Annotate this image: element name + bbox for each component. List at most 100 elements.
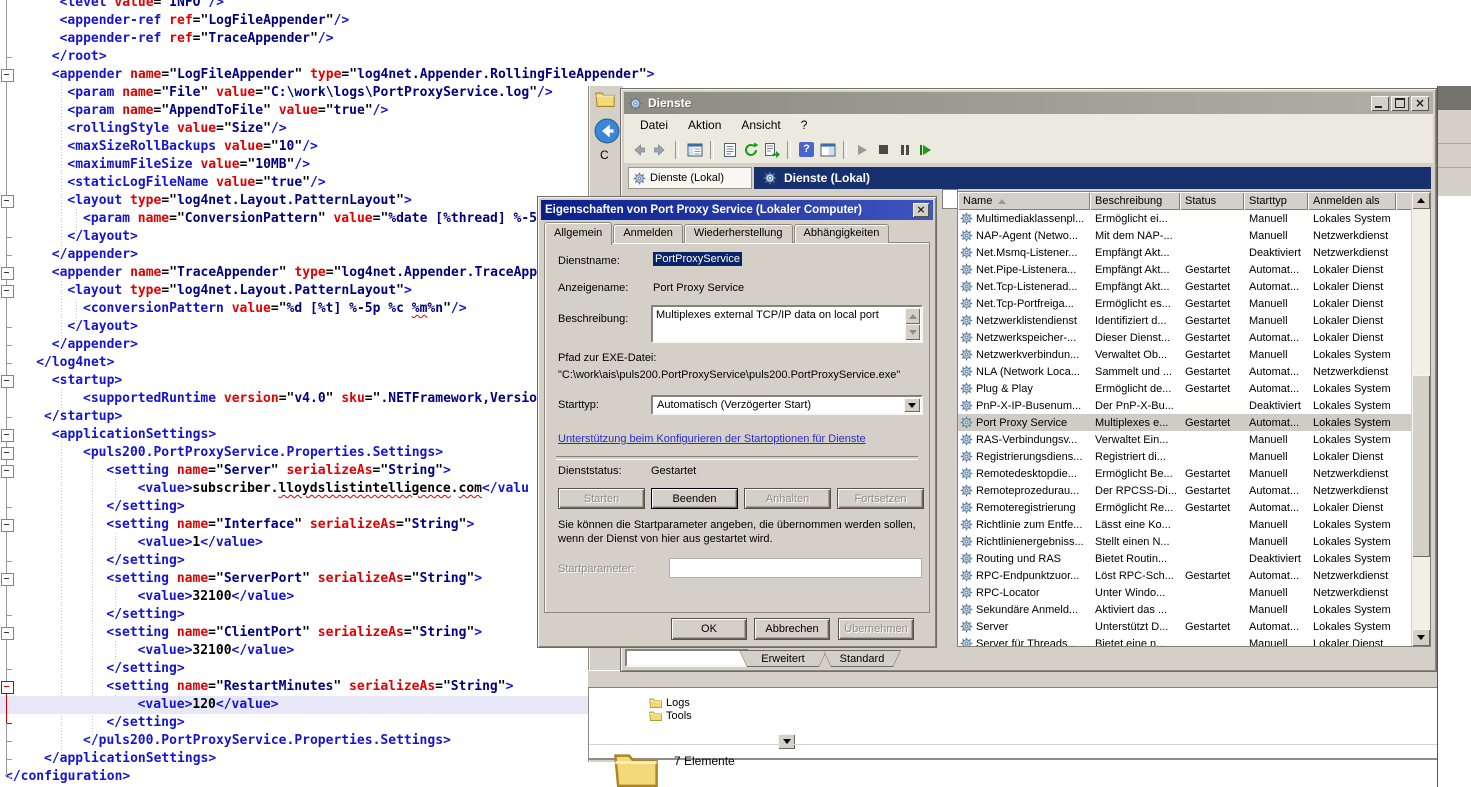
maximize-button[interactable] [1391,96,1409,111]
forward-button[interactable] [651,141,668,158]
dienststatus-value: Gestartet [651,465,696,477]
service-row[interactable]: Net.Msmq-Listener...Empfängt Akt...Deakt… [958,244,1412,261]
column-header-status[interactable]: Status [1180,192,1244,210]
refresh-button[interactable] [742,141,759,158]
service-row[interactable]: RemoteregistrierungErmöglicht Re...Gesta… [958,499,1412,516]
service-row[interactable]: Server für Threads...Bietet eine n...Man… [958,635,1412,646]
tab-abhaengigkeiten[interactable]: Abhängigkeiten [794,224,890,243]
code-line: </root> [0,48,1471,66]
service-row[interactable]: NAP-Agent (Netwo...Mit dem NAP-...Manuel… [958,227,1412,244]
service-cell-name: Richtlinie zum Entfe... [958,518,1090,531]
service-cell-beschreibung: Sammelt und ... [1090,366,1180,378]
service-row[interactable]: RPC-LocatorUnter Windo...ManuellNetzwerk… [958,584,1412,601]
scrollbar[interactable] [1411,192,1430,646]
services-titlebar[interactable]: Dienste × [624,92,1433,114]
startoptions-link[interactable]: Unterstützung beim Konfigurieren der Sta… [558,433,866,445]
menu-hilfe[interactable]: ? [791,114,818,136]
minimize-button[interactable] [1371,96,1389,111]
gear-icon [960,246,973,259]
dienstname-label: Dienstname: [558,255,620,267]
code-line: </configuration> [0,768,1471,786]
fortsetzen-button[interactable]: Fortsetzen [837,488,924,509]
service-row[interactable]: Plug & PlayErmöglicht de...GestartetAuto… [958,380,1412,397]
combo-dropdown-button[interactable] [904,398,920,412]
service-row[interactable]: RPC-Endpunktzuor...Löst RPC-Sch...Gestar… [958,567,1412,584]
folder-label: Tools [666,710,692,722]
tab-standard[interactable]: Standard [823,650,901,667]
folder-icon [649,710,662,721]
starttyp-combobox[interactable]: Automatisch (Verzögerter Start) [651,395,923,415]
folder-list-item[interactable]: Logs [649,696,690,709]
service-cell-anmelden: Lokales System [1308,621,1396,633]
service-cell-beschreibung: Löst RPC-Sch... [1090,570,1180,582]
service-row[interactable]: Netzwerkspeicher-...Dieser Dienst...Gest… [958,329,1412,346]
scroll-down-button[interactable] [905,324,920,340]
service-row[interactable]: Sekundäre Anmeld...Aktiviert das ...Manu… [958,601,1412,618]
console-tree-item[interactable]: Dienste (Lokal) [628,167,752,189]
menu-datei[interactable]: Datei [630,114,678,136]
dropdown-button[interactable] [778,734,795,749]
service-row[interactable]: RAS-Verbindungsv...Verwaltet Ein...Manue… [958,431,1412,448]
service-row[interactable]: NetzwerklistendienstIdentifiziert d...Ge… [958,312,1412,329]
column-header-starttyp[interactable]: Starttyp [1244,192,1308,210]
ok-button[interactable]: OK [671,618,747,640]
service-row[interactable]: Port Proxy ServiceMultiplexes e...Gestar… [958,414,1412,431]
dialog-titlebar[interactable]: Eigenschaften von Port Proxy Service (Lo… [541,200,933,220]
menu-aktion[interactable]: Aktion [678,114,731,136]
scroll-up-button[interactable] [905,308,920,324]
anhalten-button[interactable]: Anhalten [744,488,831,509]
beenden-button[interactable]: Beenden [651,488,738,509]
scrollbar-thumb[interactable] [1412,375,1430,557]
help-button[interactable]: ? [798,141,815,158]
back-button[interactable] [630,141,647,158]
restart-service-button[interactable] [917,141,934,158]
close-button[interactable]: × [1411,96,1429,111]
tab-wiederherstellung[interactable]: Wiederherstellung [684,224,793,243]
tab-allgemein[interactable]: Allgemein [544,222,612,245]
uebernehmen-button[interactable]: Übernehmen [838,618,914,640]
menu-ansicht[interactable]: Ansicht [731,114,790,136]
service-cell-beschreibung: Empfängt Akt... [1090,247,1180,259]
service-row[interactable]: Richtlinie zum Entfe...Lässt eine Ko...M… [958,516,1412,533]
service-row[interactable]: Net.Pipe-Listenera...Empfängt Akt...Gest… [958,261,1412,278]
service-row[interactable]: Routing und RASBietet Routin...Deaktivie… [958,550,1412,567]
properties-icon [722,142,738,158]
folder-list-item[interactable]: Tools [649,709,692,722]
screen: <level value="INFO"/><appender-ref ref="… [0,0,1471,787]
tab-erweitert[interactable]: Erweitert [739,650,827,667]
abbrechen-button[interactable]: Abbrechen [754,618,830,640]
back-icon[interactable] [594,118,620,144]
beschreibung-textbox[interactable]: Multiplexes external TCP/IP data on loca… [651,305,923,343]
properties-button[interactable] [721,141,738,158]
export-list-button[interactable] [763,141,780,158]
show-tree-button[interactable] [686,141,703,158]
tab-anmelden[interactable]: Anmelden [613,224,683,243]
service-row[interactable]: PnP-X-IP-Busenum...Der PnP-X-Bu...Deakti… [958,397,1412,414]
startparameter-input[interactable] [669,558,922,578]
service-row[interactable]: Richtlinienergebniss...Stellt einen N...… [958,533,1412,550]
beschreibung-label: Beschreibung: [558,313,628,325]
service-row[interactable]: Netzwerkverbindun...Verwaltet Ob...Gesta… [958,346,1412,363]
service-row[interactable]: Remotedesktopdie...Ermöglicht Be...Gesta… [958,465,1412,482]
service-cell-beschreibung: Multiplexes e... [1090,417,1180,429]
start-service-button[interactable] [854,141,871,158]
column-header-name[interactable]: Name [958,192,1090,210]
service-row[interactable]: Remoteprozedurau...Der RPCSS-Di...Gestar… [958,482,1412,499]
starten-button[interactable]: Starten [558,488,645,509]
close-button[interactable]: × [913,203,929,217]
scroll-up-button[interactable] [1412,192,1430,209]
service-row[interactable]: Registrierungsdiens...Registriert di...M… [958,448,1412,465]
column-header-anmelden[interactable]: Anmelden als [1308,192,1396,210]
service-row[interactable]: ServerUnterstützt D...GestartetAutomat..… [958,618,1412,635]
extended-view-button[interactable] [819,141,836,158]
pause-service-button[interactable] [896,141,913,158]
service-row[interactable]: Net.Tcp-Portfreiga...Ermöglicht es...Ges… [958,295,1412,312]
column-header-beschreibung[interactable]: Beschreibung [1090,192,1180,210]
filter-input[interactable] [625,649,749,667]
scroll-down-button[interactable] [1412,629,1430,646]
service-row[interactable]: NLA (Network Loca...Sammelt und ...Gesta… [958,363,1412,380]
service-row[interactable]: Net.Tcp-Listenerad...Empfängt Akt...Gest… [958,278,1412,295]
stop-service-button[interactable] [875,141,892,158]
service-cell-beschreibung: Registriert di... [1090,451,1180,463]
service-row[interactable]: Multimediaklassenpl...Ermöglicht ei...Ma… [958,210,1412,227]
